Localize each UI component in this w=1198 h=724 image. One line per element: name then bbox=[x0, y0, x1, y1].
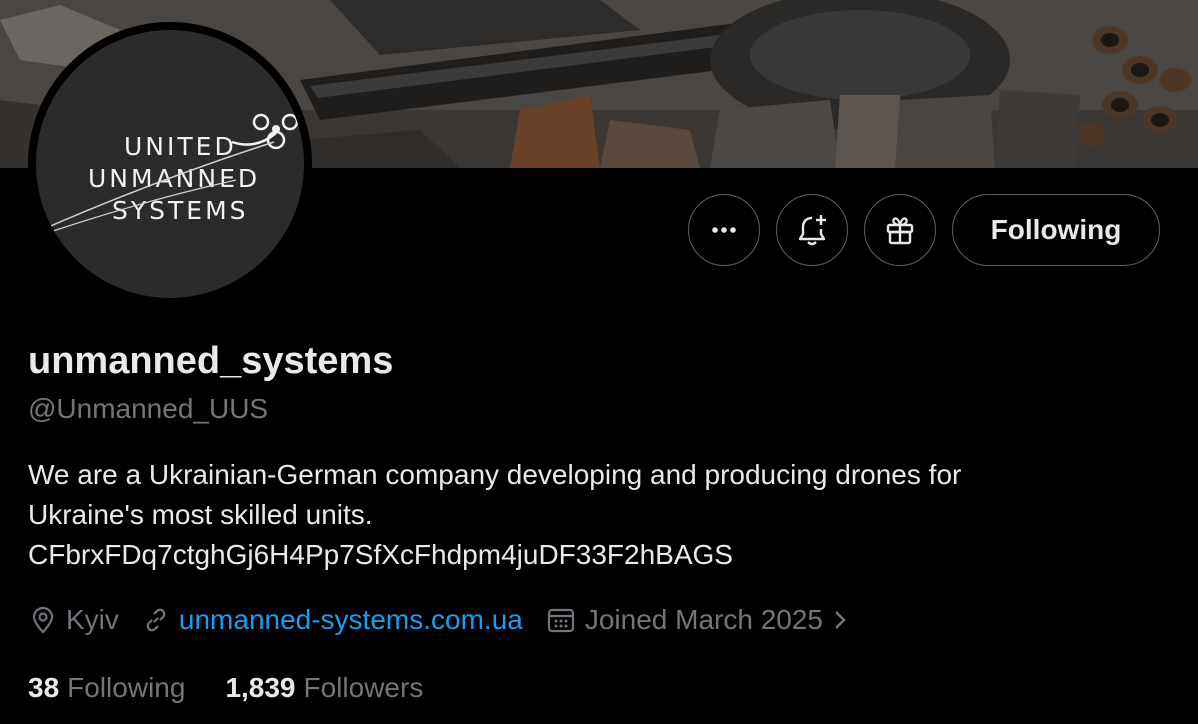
location-pin-icon bbox=[32, 606, 54, 634]
website-item: unmanned-systems.com.ua bbox=[141, 604, 523, 636]
bio-line: We are a Ukrainian-German company develo… bbox=[28, 459, 962, 490]
followers-count-link[interactable]: 1,839 Followers bbox=[225, 672, 423, 704]
location-item: Kyiv bbox=[28, 604, 119, 636]
bio-line: Ukraine's most skilled units. bbox=[28, 499, 373, 530]
profile-meta: Kyiv unmanned-systems.com.ua Joined Marc… bbox=[28, 600, 873, 640]
joined-item[interactable]: Joined March 2025 bbox=[545, 604, 851, 636]
profile-avatar[interactable]: UNITED UNMANNED SYSTEMS bbox=[28, 22, 312, 306]
user-handle: @Unmanned_UUS bbox=[28, 393, 269, 424]
bell-plus-icon bbox=[798, 215, 826, 246]
calendar-icon bbox=[547, 608, 574, 633]
website-link[interactable]: unmanned-systems.com.ua bbox=[179, 604, 523, 636]
following-count: 38 bbox=[28, 672, 60, 703]
avatar-image: UNITED UNMANNED SYSTEMS bbox=[36, 30, 304, 298]
more-button[interactable] bbox=[688, 194, 760, 266]
display-name: unmanned_systems bbox=[28, 340, 394, 382]
notifications-button[interactable] bbox=[776, 194, 848, 266]
bio-line: CFbrxFDq7ctghGj6H4Pp7SfXcFhdpm4juDF33F2h… bbox=[28, 539, 733, 570]
link-icon bbox=[146, 608, 166, 632]
subscribe-button[interactable] bbox=[864, 194, 936, 266]
more-icon bbox=[712, 227, 736, 233]
followers-label: Followers bbox=[303, 672, 424, 703]
profile-stats: 38 Following 1,839 Followers bbox=[28, 668, 463, 708]
joined-text: Joined March 2025 bbox=[584, 604, 823, 635]
drone-logo-icon bbox=[45, 113, 299, 233]
following-button[interactable]: Following bbox=[952, 194, 1160, 266]
chevron-right-icon bbox=[835, 611, 846, 629]
following-count-link[interactable]: 38 Following bbox=[28, 672, 185, 704]
profile-page: UNITED UNMANNED SYSTEMS Following unmann… bbox=[0, 0, 1198, 724]
location-text: Kyiv bbox=[66, 604, 119, 635]
gift-icon bbox=[886, 217, 914, 245]
profile-bio: We are a Ukrainian-German company develo… bbox=[28, 455, 1148, 575]
followers-count: 1,839 bbox=[225, 672, 296, 703]
following-label: Following bbox=[67, 672, 186, 703]
